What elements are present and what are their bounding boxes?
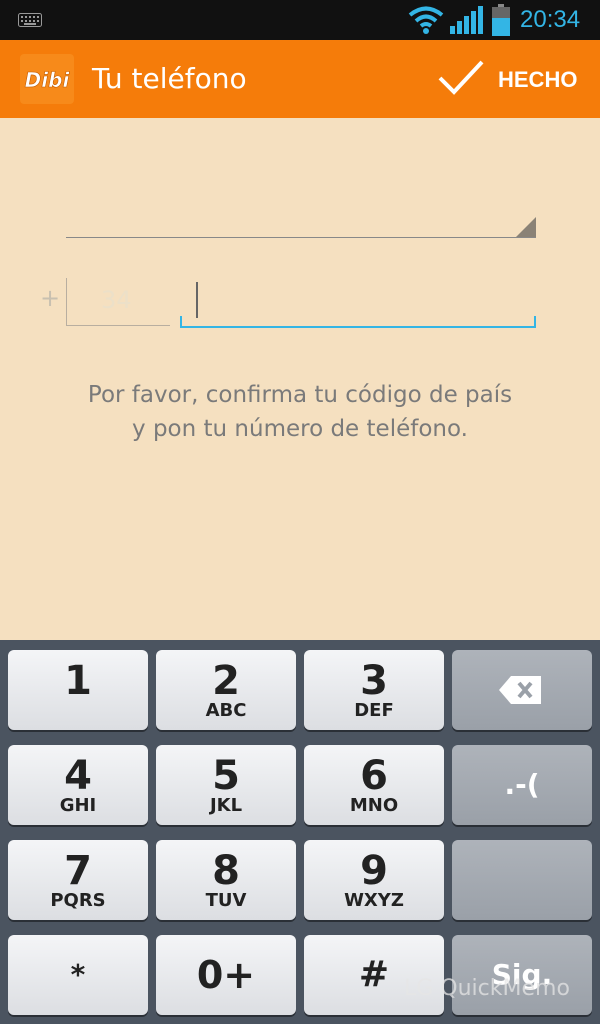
country-code-field[interactable]: 34 <box>66 278 170 326</box>
country-code-value: 34 <box>101 286 132 314</box>
key-3-letters: DEF <box>354 700 394 721</box>
key-6[interactable]: 6 MNO <box>304 745 444 825</box>
key-hash[interactable]: # <box>304 935 444 1015</box>
status-bar: 20:34 <box>0 0 600 40</box>
done-label: HECHO <box>498 67 578 92</box>
quickmemo-watermark: LG QuickMemo <box>404 976 570 1001</box>
key-5-letters: JKL <box>209 795 243 816</box>
key-1-label: 1 <box>64 658 92 704</box>
key-2[interactable]: 2 ABC <box>156 650 296 730</box>
key-4[interactable]: 4 GHI <box>8 745 148 825</box>
key-star[interactable]: * <box>8 935 148 1015</box>
status-clock: 20:34 <box>520 6 581 33</box>
instructions-text: Por favor, confirma tu código de país y … <box>0 378 600 446</box>
key-6-label: 6 <box>360 753 388 799</box>
action-bar: Dibi Tu teléfono HECHO <box>0 40 600 118</box>
key-9-label: 9 <box>360 848 388 894</box>
punctuation-key[interactable]: .-( <box>452 745 592 825</box>
backspace-icon <box>499 676 541 704</box>
punctuation-key-label: .-( <box>504 768 540 801</box>
signal-icon <box>450 6 483 34</box>
key-5-label: 5 <box>212 753 240 799</box>
key-1[interactable]: 1 <box>8 650 148 730</box>
check-icon <box>438 60 484 95</box>
key-5[interactable]: 5 JKL <box>156 745 296 825</box>
done-button[interactable]: HECHO <box>420 40 600 118</box>
country-spinner[interactable] <box>66 184 536 238</box>
numeric-keyboard: 1 2 ABC 3 DEF 4 GHI 5 JKL 6 MNO .-( 7 PQ… <box>0 640 600 1024</box>
next-key-label: Sig. <box>491 958 553 991</box>
key-star-label: * <box>70 958 86 991</box>
blank-key[interactable] <box>452 840 592 920</box>
backspace-key[interactable] <box>452 650 592 730</box>
key-7-label: 7 <box>64 848 92 894</box>
keyboard-icon <box>18 13 42 27</box>
wifi-icon <box>408 6 444 34</box>
key-3[interactable]: 3 DEF <box>304 650 444 730</box>
key-2-label: 2 <box>212 658 240 704</box>
key-9[interactable]: 9 WXYZ <box>304 840 444 920</box>
key-8-letters: TUV <box>205 890 247 911</box>
page-title: Tu teléfono <box>92 62 247 95</box>
key-8-label: 8 <box>212 848 240 894</box>
battery-icon <box>492 4 510 36</box>
text-cursor <box>196 282 198 318</box>
key-3-label: 3 <box>360 658 388 704</box>
phone-number-input[interactable] <box>180 276 536 328</box>
key-4-label: 4 <box>64 753 92 799</box>
key-7-letters: PQRS <box>50 890 106 911</box>
next-key[interactable]: Sig. <box>452 935 592 1015</box>
instructions-line-2: y pon tu número de teléfono. <box>132 416 468 442</box>
key-0[interactable]: 0+ <box>156 935 296 1015</box>
app-logo: Dibi <box>20 54 74 104</box>
key-7[interactable]: 7 PQRS <box>8 840 148 920</box>
logo-text: Dibi <box>25 68 71 92</box>
spinner-arrow-icon <box>516 217 536 237</box>
key-4-letters: GHI <box>59 795 97 816</box>
key-8[interactable]: 8 TUV <box>156 840 296 920</box>
key-hash-label: # <box>358 954 390 995</box>
plus-sign: + <box>40 284 61 312</box>
key-9-letters: WXYZ <box>344 890 404 911</box>
key-0-label: 0+ <box>196 953 256 997</box>
instructions-line-1: Por favor, confirma tu código de país <box>87 382 513 408</box>
key-2-letters: ABC <box>205 700 247 721</box>
key-6-letters: MNO <box>349 795 399 816</box>
